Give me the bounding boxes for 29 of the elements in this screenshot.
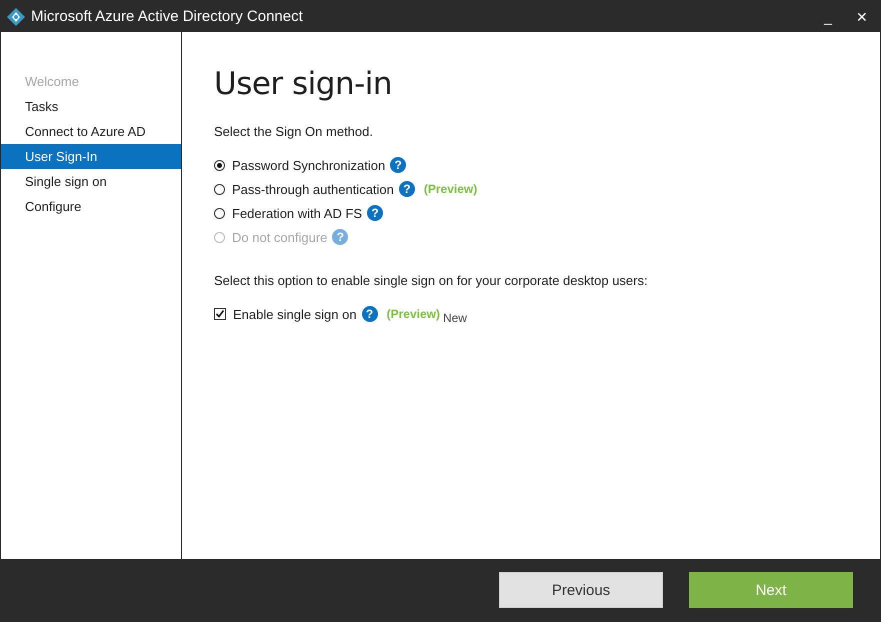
option-label: Do not configure <box>232 230 328 244</box>
help-icon[interactable]: ? <box>398 181 415 197</box>
sidebar-item[interactable]: User Sign-In <box>1 144 181 169</box>
page-heading: User sign-in <box>214 66 394 102</box>
instruction-text: Select this option to enable single sign on for your corporate desktop users: <box>214 273 649 288</box>
radio-button[interactable] <box>214 208 225 218</box>
preview-label: (Preview) <box>386 307 440 321</box>
radio-button[interactable] <box>214 160 225 170</box>
checkbox[interactable] <box>214 308 226 320</box>
sidebar-item[interactable]: Connect to Azure AD <box>1 119 181 144</box>
help-icon[interactable]: ? <box>362 306 378 322</box>
help-icon[interactable]: ? <box>390 157 406 173</box>
sidebar-item[interactable]: Tasks <box>1 94 181 119</box>
previous-button[interactable]: Previous <box>499 572 663 608</box>
window-title: Microsoft Azure Active Directory Connect <box>31 8 304 25</box>
preview-label: (Preview) <box>424 182 478 196</box>
radio-button[interactable] <box>214 184 225 194</box>
option-label: Password Synchronization <box>232 158 386 172</box>
instruction-text: Select the Sign On method. <box>214 124 374 139</box>
minimize-button[interactable]: _ <box>812 8 844 24</box>
help-icon[interactable]: ? <box>367 205 384 221</box>
option-label: Federation with AD FS <box>232 206 362 220</box>
option-label: Enable single sign on <box>233 306 357 322</box>
app-logo-icon <box>7 8 25 26</box>
new-label: New <box>442 311 467 325</box>
sidebar-item[interactable]: Single sign on <box>1 169 181 194</box>
option-label: Pass-through authentication <box>232 182 394 196</box>
sidebar-item[interactable]: Configure <box>1 194 181 219</box>
close-button[interactable]: ✕ <box>846 8 878 24</box>
